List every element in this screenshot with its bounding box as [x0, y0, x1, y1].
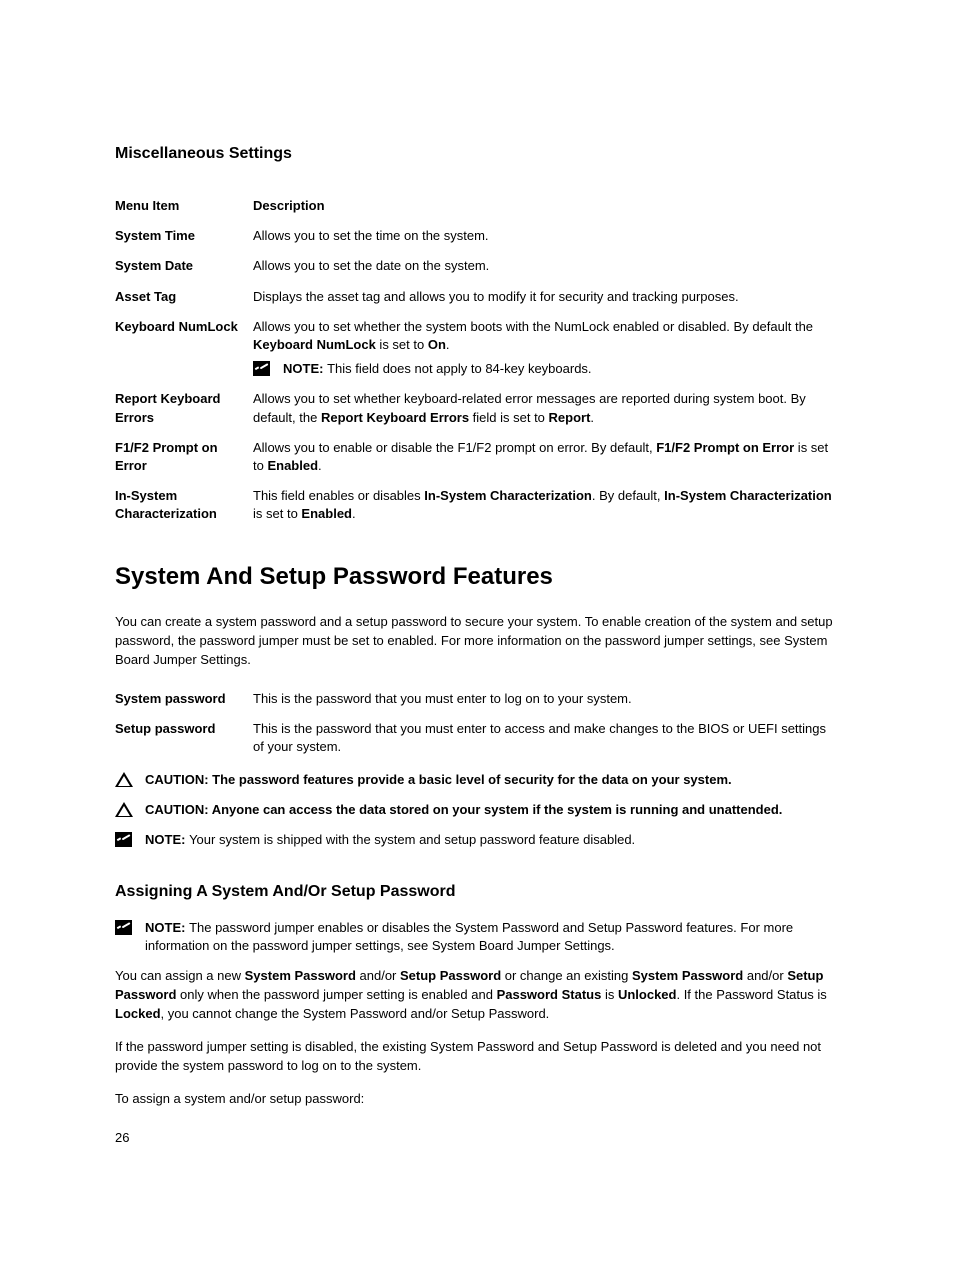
header-menu-item: Menu Item	[115, 191, 253, 221]
row-label: Report Keyboard Errors	[115, 384, 253, 432]
text: .	[318, 458, 322, 473]
page-number: 26	[115, 1130, 129, 1145]
caution-callout: CAUTION: The password features provide a…	[115, 771, 839, 789]
body-paragraph: If the password jumper setting is disabl…	[115, 1038, 839, 1076]
note-callout: NOTE: The password jumper enables or dis…	[115, 919, 839, 955]
bold-text: In-System Characterization	[664, 488, 832, 503]
caution-text: Anyone can access the data stored on you…	[212, 802, 783, 817]
section-heading: Miscellaneous Settings	[115, 145, 839, 163]
bold-text: Report	[549, 410, 591, 425]
row-desc: Displays the asset tag and allows you to…	[253, 282, 839, 312]
caution-icon	[115, 802, 133, 817]
text: Allows you to set whether the system boo…	[253, 319, 813, 334]
text: is set to	[253, 506, 301, 521]
table-row: In-System Characterization This field en…	[115, 481, 839, 529]
bold-text: F1/F2 Prompt on Error	[656, 440, 794, 455]
caution-callout: CAUTION: Anyone can access the data stor…	[115, 801, 839, 819]
row-desc: Allows you to set the time on the system…	[253, 221, 839, 251]
note-label: NOTE:	[145, 832, 189, 847]
text: is set to	[376, 337, 428, 352]
password-defs-table: System password This is the password tha…	[115, 684, 839, 763]
note-label: NOTE:	[283, 361, 327, 376]
intro-paragraph: You can create a system password and a s…	[115, 613, 839, 670]
table-row: Setup password This is the password that…	[115, 714, 839, 762]
row-desc: Allows you to set whether the system boo…	[253, 312, 839, 385]
bold-text: On	[428, 337, 446, 352]
row-desc: Allows you to enable or disable the F1/F…	[253, 433, 839, 481]
row-label: System Date	[115, 251, 253, 281]
header-description: Description	[253, 191, 839, 221]
text: and/or	[356, 968, 400, 983]
row-desc: This is the password that you must enter…	[253, 684, 839, 714]
row-label: System Time	[115, 221, 253, 251]
bold-text: Keyboard NumLock	[253, 337, 376, 352]
table-row: Asset Tag Displays the asset tag and all…	[115, 282, 839, 312]
note-icon	[253, 361, 270, 376]
text: , you cannot change the System Password …	[161, 1006, 550, 1021]
bold-text: Setup Password	[400, 968, 501, 983]
bold-text: Password Status	[497, 987, 602, 1002]
note-text: The password jumper enables or disables …	[145, 920, 793, 953]
row-desc: Allows you to set whether keyboard-relat…	[253, 384, 839, 432]
inline-note: NOTE: This field does not apply to 84-ke…	[253, 360, 839, 378]
row-label: System password	[115, 684, 253, 714]
body-paragraph: You can assign a new System Password and…	[115, 967, 839, 1024]
bold-text: Enabled	[267, 458, 318, 473]
body-paragraph: To assign a system and/or setup password…	[115, 1090, 839, 1109]
bold-text: Unlocked	[618, 987, 677, 1002]
bold-text: System Password	[245, 968, 356, 983]
text: field is set to	[469, 410, 548, 425]
document-page: Miscellaneous Settings Menu Item Descrip…	[0, 0, 954, 1109]
main-heading: System And Setup Password Features	[115, 563, 839, 591]
text: .	[590, 410, 594, 425]
note-icon	[115, 920, 132, 935]
note-callout: NOTE: Your system is shipped with the sy…	[115, 831, 839, 849]
row-label: F1/F2 Prompt on Error	[115, 433, 253, 481]
table-row: System password This is the password tha…	[115, 684, 839, 714]
table-row: Keyboard NumLock Allows you to set wheth…	[115, 312, 839, 385]
text: . By default,	[592, 488, 664, 503]
bold-text: Locked	[115, 1006, 161, 1021]
note-icon	[115, 832, 132, 847]
text: You can assign a new	[115, 968, 245, 983]
text: is	[601, 987, 618, 1002]
text: or change an existing	[501, 968, 632, 983]
row-desc: This is the password that you must enter…	[253, 714, 839, 762]
caution-icon	[115, 772, 133, 787]
caution-text: The password features provide a basic le…	[212, 772, 731, 787]
row-label: Setup password	[115, 714, 253, 762]
text: This field enables or disables	[253, 488, 424, 503]
caution-label: CAUTION:	[145, 772, 212, 787]
settings-table: Menu Item Description System Time Allows…	[115, 191, 839, 529]
sub-heading: Assigning A System And/Or Setup Password	[115, 883, 839, 901]
bold-text: In-System Characterization	[424, 488, 592, 503]
row-desc: This field enables or disables In-System…	[253, 481, 839, 529]
text: Allows you to enable or disable the F1/F…	[253, 440, 656, 455]
table-row: F1/F2 Prompt on Error Allows you to enab…	[115, 433, 839, 481]
text: and/or	[743, 968, 787, 983]
table-header-row: Menu Item Description	[115, 191, 839, 221]
row-desc: Allows you to set the date on the system…	[253, 251, 839, 281]
caution-label: CAUTION:	[145, 802, 212, 817]
note-label: NOTE:	[145, 920, 189, 935]
note-text: This field does not apply to 84-key keyb…	[327, 361, 591, 376]
table-row: Report Keyboard Errors Allows you to set…	[115, 384, 839, 432]
bold-text: Enabled	[301, 506, 352, 521]
row-label: Asset Tag	[115, 282, 253, 312]
row-label: Keyboard NumLock	[115, 312, 253, 385]
bold-text: Report Keyboard Errors	[321, 410, 469, 425]
table-row: System Date Allows you to set the date o…	[115, 251, 839, 281]
row-label: In-System Characterization	[115, 481, 253, 529]
text: .	[446, 337, 450, 352]
note-text: Your system is shipped with the system a…	[189, 832, 635, 847]
text: . If the Password Status is	[676, 987, 826, 1002]
text: only when the password jumper setting is…	[176, 987, 496, 1002]
table-row: System Time Allows you to set the time o…	[115, 221, 839, 251]
bold-text: System Password	[632, 968, 743, 983]
text: .	[352, 506, 356, 521]
